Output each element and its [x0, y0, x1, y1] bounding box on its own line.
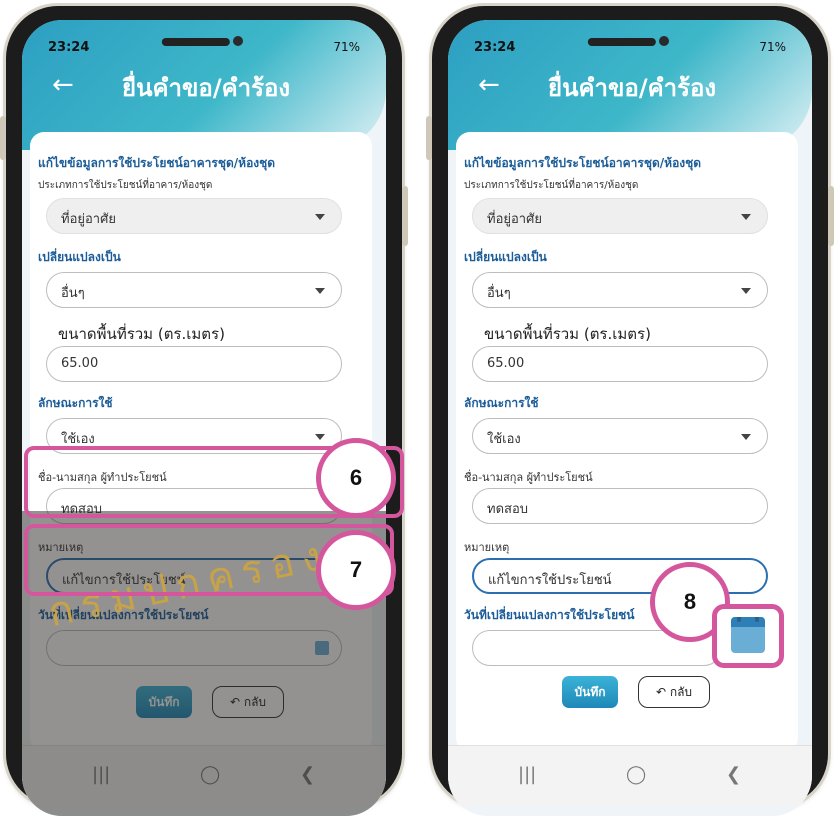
- back-button-label: กลับ: [669, 685, 693, 699]
- back-arrow-icon[interactable]: ←: [52, 70, 74, 100]
- usage-type-label: ประเภทการใช้ประโยชน์ที่อาคาร/ห้องชุด: [38, 180, 213, 191]
- screen-left: 23:24 71% ← ยื่นคำขอ/คำร้อง แก้ไขข้อมูลก…: [22, 20, 386, 816]
- page-title: ยื่นคำขอ/คำร้อง: [548, 74, 717, 102]
- calendar-icon: [731, 617, 765, 653]
- status-bar: 23:24 71%: [48, 40, 360, 56]
- volume-button: [0, 116, 6, 160]
- battery-status: 71%: [333, 40, 360, 54]
- usage-nature-value: ใช้เอง: [487, 432, 521, 447]
- beneficiary-input[interactable]: ทดสอบ: [472, 488, 768, 524]
- back-button[interactable]: ↶ กลับ: [638, 676, 710, 708]
- step-badge-7: 7: [316, 530, 396, 610]
- usage-type-value: ที่อยู่อาศัย: [61, 212, 116, 227]
- change-to-value: อื่นๆ: [61, 286, 85, 301]
- phone-right: 23:24 71% ← ยื่นคำขอ/คำร้อง แก้ไขข้อมูลก…: [426, 6, 834, 816]
- power-button: [402, 186, 408, 246]
- change-to-label: เปลี่ยนแปลงเป็น: [38, 250, 121, 264]
- change-to-select[interactable]: อื่นๆ: [46, 272, 342, 308]
- beneficiary-value: ทดสอบ: [487, 502, 529, 517]
- dropdown-arrow-icon: [315, 214, 325, 220]
- area-value: 65.00: [487, 356, 525, 371]
- change-to-value: อื่นๆ: [487, 286, 511, 301]
- home-icon[interactable]: ◯: [626, 764, 646, 785]
- usage-type-value: ที่อยู่อาศัย: [487, 212, 542, 227]
- dropdown-arrow-icon: [741, 214, 751, 220]
- back-arrow-icon[interactable]: ←: [478, 70, 500, 100]
- step-badge-6: 6: [316, 438, 396, 518]
- usage-nature-label: ลักษณะการใช้: [464, 396, 539, 410]
- dropdown-arrow-icon: [315, 288, 325, 294]
- area-input[interactable]: 65.00: [46, 346, 342, 382]
- usage-type-select[interactable]: ที่อยู่อาศัย: [46, 198, 342, 234]
- status-time: 23:24: [48, 40, 90, 55]
- dropdown-arrow-icon: [741, 288, 751, 294]
- usage-nature-select[interactable]: ใช้เอง: [472, 418, 768, 454]
- status-bar: 23:24 71%: [474, 40, 786, 56]
- remark-value: แก้ไขการใช้ประโยชน์: [488, 573, 612, 588]
- calendar-button[interactable]: [712, 604, 784, 668]
- battery-status: 71%: [759, 40, 786, 54]
- section-title: แก้ไขข้อมูลการใช้ประโยชน์อาคารชุด/ห้องชุ…: [464, 156, 702, 170]
- save-button[interactable]: บันทึก: [562, 676, 618, 708]
- dropdown-arrow-icon: [315, 434, 325, 440]
- usage-type-select[interactable]: ที่อยู่อาศัย: [472, 198, 768, 234]
- screen-right: 23:24 71% ← ยื่นคำขอ/คำร้อง แก้ไขข้อมูลก…: [448, 20, 812, 816]
- section-title: แก้ไขข้อมูลการใช้ประโยชน์อาคารชุด/ห้องชุ…: [38, 156, 276, 170]
- usage-nature-label: ลักษณะการใช้: [38, 396, 113, 410]
- change-to-select[interactable]: อื่นๆ: [472, 272, 768, 308]
- nav-back-icon[interactable]: ❮: [726, 764, 741, 785]
- undo-icon: ↶: [655, 685, 670, 699]
- phone-left: 23:24 71% ← ยื่นคำขอ/คำร้อง แก้ไขข้อมูลก…: [0, 6, 408, 816]
- android-nav-bar: ||| ◯ ❮: [448, 745, 812, 806]
- power-button: [828, 186, 834, 246]
- page-title: ยื่นคำขอ/คำร้อง: [122, 74, 291, 102]
- area-label: ขนาดพื้นที่รวม (ตร.เมตร): [58, 325, 225, 343]
- usage-type-label: ประเภทการใช้ประโยชน์ที่อาคาร/ห้องชุด: [464, 180, 639, 191]
- change-date-label: วันที่เปลี่ยนแปลงการใช้ประโยชน์: [464, 608, 635, 622]
- recents-icon[interactable]: |||: [518, 764, 536, 785]
- area-value: 65.00: [61, 356, 99, 371]
- area-input[interactable]: 65.00: [472, 346, 768, 382]
- change-to-label: เปลี่ยนแปลงเป็น: [464, 250, 547, 264]
- status-time: 23:24: [474, 40, 516, 55]
- remark-label: หมายเหตุ: [464, 541, 510, 554]
- dropdown-arrow-icon: [741, 434, 751, 440]
- beneficiary-label: ชื่อ-นามสกุล ผู้ทำประโยชน์: [464, 471, 593, 484]
- volume-button: [426, 116, 432, 160]
- area-label: ขนาดพื้นที่รวม (ตร.เมตร): [484, 325, 651, 343]
